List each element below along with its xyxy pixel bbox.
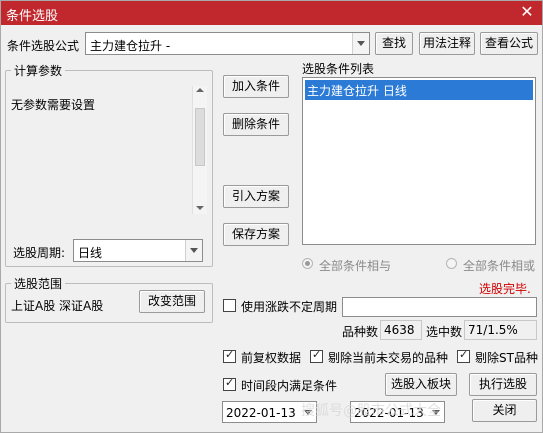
- delete-condition-button[interactable]: 删除条件: [223, 113, 289, 136]
- all-or-radio[interactable]: [446, 258, 457, 269]
- find-button[interactable]: 查找: [375, 32, 413, 55]
- condition-stock-selection-window: 条件选股 ✕ 条件选股公式 主力建仓拉升 - 查找 用法注释 查看公式 计算参数…: [0, 0, 543, 433]
- exclude-untraded-checkbox[interactable]: [310, 348, 323, 363]
- period-label: 选股周期:: [13, 246, 66, 260]
- pre-adjust-label: 前复权数据: [241, 351, 302, 365]
- condition-list-title: 选股条件列表: [302, 62, 375, 76]
- window-title: 条件选股: [6, 9, 59, 24]
- exclude-st-label: 剔除ST品种: [475, 351, 538, 365]
- range-value: 上证A股 深证A股: [11, 299, 104, 313]
- condition-list[interactable]: 主力建仓拉升 日线: [302, 77, 536, 245]
- formula-select-value: 主力建仓拉升 -: [90, 39, 171, 53]
- view-formula-button[interactable]: 查看公式: [480, 32, 538, 55]
- irregular-period-input[interactable]: [342, 297, 537, 317]
- all-and-label: 全部条件相与: [319, 259, 392, 273]
- watermark: 搜狐号@股市公式大全: [301, 403, 441, 419]
- hit-label: 选中数: [426, 325, 463, 339]
- all-or-label: 全部条件相或: [463, 259, 536, 273]
- hit-value: 71/1.5%: [464, 320, 537, 340]
- exclude-st-checkbox[interactable]: [457, 348, 470, 363]
- params-scrollbar[interactable]: [192, 86, 207, 214]
- no-params-text: 无参数需要设置: [11, 98, 96, 112]
- period-select[interactable]: 日线: [73, 239, 203, 262]
- import-scheme-button[interactable]: 引入方案: [223, 185, 289, 208]
- count-value: 4638: [380, 320, 422, 340]
- execute-selection-button[interactable]: 执行选股: [469, 373, 537, 396]
- close-icon[interactable]: ✕: [518, 3, 536, 21]
- change-range-button[interactable]: 改变范围: [139, 290, 205, 313]
- count-label: 品种数: [342, 325, 379, 339]
- all-and-radio[interactable]: [302, 258, 313, 269]
- save-scheme-button[interactable]: 保存方案: [223, 223, 289, 246]
- start-date-value: 2022-01-13: [226, 406, 296, 420]
- usage-notes-button[interactable]: 用法注释: [419, 32, 475, 55]
- chevron-up-icon[interactable]: [196, 88, 204, 92]
- title-bar: 条件选股 ✕: [1, 1, 542, 25]
- calc-params-title: 计算参数: [11, 62, 66, 79]
- exclude-untraded-label: 剔除当前未交易的品种: [328, 351, 449, 365]
- pre-adjust-checkbox[interactable]: [223, 348, 236, 363]
- add-condition-button[interactable]: 加入条件: [223, 75, 289, 98]
- chevron-down-icon[interactable]: [185, 240, 202, 261]
- chevron-down-icon[interactable]: [352, 33, 369, 54]
- chevron-down-icon[interactable]: [196, 206, 204, 210]
- irregular-period-label: 使用涨跌不定周期: [241, 300, 338, 314]
- formula-select[interactable]: 主力建仓拉升 -: [85, 32, 370, 55]
- selection-range-title: 选股范围: [11, 275, 66, 292]
- irregular-period-checkbox[interactable]: [223, 299, 236, 312]
- selection-range-group: 选股范围 上证A股 深证A股 改变范围: [5, 275, 213, 323]
- list-item[interactable]: 主力建仓拉升 日线: [305, 80, 533, 100]
- status-text: 选股完毕.: [479, 282, 531, 296]
- period-condition-label: 时间段内满足条件: [241, 379, 338, 393]
- scroll-thumb[interactable]: [195, 108, 205, 166]
- formula-label: 条件选股公式: [7, 39, 80, 53]
- period-select-value: 日线: [78, 246, 103, 260]
- close-button[interactable]: 关闭: [472, 399, 537, 422]
- calc-params-group: 计算参数 无参数需要设置 选股周期: 日线: [5, 62, 213, 267]
- add-to-block-button[interactable]: 选股入板块: [385, 373, 457, 396]
- period-condition-checkbox[interactable]: [223, 376, 236, 391]
